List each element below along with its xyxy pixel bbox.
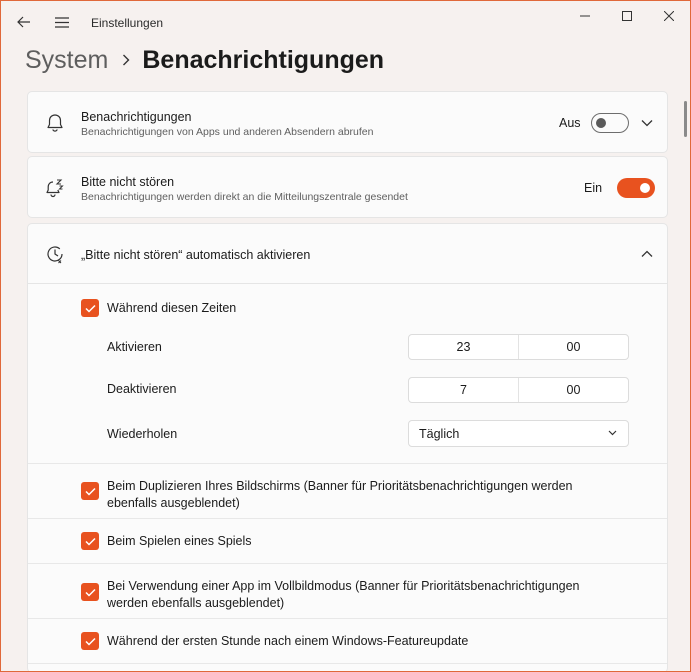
option-screen-duplicate-label: Beim Duplizieren Ihres Bildschirms (Bann…: [107, 479, 573, 510]
repeat-label: Wiederholen: [107, 427, 178, 441]
chevron-right-icon: [122, 54, 130, 66]
chevron-down-icon[interactable]: [639, 115, 655, 131]
divider: [28, 618, 667, 619]
breadcrumb: System Benachrichtigungen: [25, 43, 384, 77]
close-icon: [664, 11, 674, 21]
activate-time-picker[interactable]: 23 00: [408, 334, 629, 360]
activate-hour[interactable]: 23: [409, 335, 518, 359]
close-button[interactable]: [657, 7, 681, 25]
checkmark-icon: [84, 487, 96, 496]
page-title: Benachrichtigungen: [142, 45, 385, 74]
notifications-toggle[interactable]: [591, 113, 629, 133]
during-times-checkbox[interactable]: [81, 299, 99, 317]
divider: [28, 563, 667, 564]
scrollbar-thumb[interactable]: [684, 101, 687, 137]
divider: [28, 518, 667, 519]
deactivate-label: Deaktivieren: [107, 382, 177, 396]
option-fullscreen-checkbox[interactable]: [81, 583, 99, 601]
clock-icon: [44, 243, 66, 265]
dnd-toggle-label: Ein: [584, 181, 603, 195]
option-gaming-checkbox[interactable]: [81, 532, 99, 550]
option-fullscreen-label: Bei Verwendung einer App im Vollbildmodu…: [107, 579, 580, 610]
minimize-icon: [580, 15, 590, 17]
breadcrumb-parent-link[interactable]: System: [25, 46, 108, 75]
option-feature-update-checkbox[interactable]: [81, 632, 99, 650]
notifications-title: Benachrichtigungen: [81, 110, 192, 124]
chevron-up-icon[interactable]: [639, 246, 655, 262]
option-feature-update-label: Während der ersten Stunde nach einem Win…: [107, 634, 469, 648]
menu-button[interactable]: [51, 11, 73, 33]
repeat-dropdown[interactable]: Täglich: [408, 420, 629, 447]
deactivate-hour[interactable]: 7: [409, 378, 518, 402]
notifications-card[interactable]: Benachrichtigungen Benachrichtigungen vo…: [27, 91, 668, 153]
option-screen-duplicate-checkbox[interactable]: [81, 482, 99, 500]
notifications-subtitle: Benachrichtigungen von Apps und anderen …: [81, 126, 374, 138]
deactivate-minute[interactable]: 00: [518, 378, 628, 402]
activate-minute[interactable]: 00: [518, 335, 628, 359]
checkmark-icon: [84, 537, 96, 546]
dnd-toggle[interactable]: [617, 178, 655, 198]
sleep-bell-icon: [44, 177, 66, 199]
dnd-title: Bitte nicht stören: [81, 175, 175, 189]
auto-dnd-section: „Bitte nicht stören“ automatisch aktivie…: [27, 223, 668, 671]
activate-label: Aktivieren: [107, 340, 162, 354]
during-times-label: Während diesen Zeiten: [107, 301, 237, 315]
checkmark-icon: [84, 637, 96, 646]
divider: [28, 463, 667, 464]
auto-dnd-header[interactable]: „Bitte nicht stören“ automatisch aktivie…: [28, 224, 667, 284]
hamburger-icon: [55, 16, 69, 28]
deactivate-time-picker[interactable]: 7 00: [408, 377, 629, 403]
maximize-button[interactable]: [615, 7, 639, 25]
dnd-card: Bitte nicht stören Benachrichtigungen we…: [27, 156, 668, 218]
notifications-toggle-label: Aus: [559, 116, 581, 130]
checkmark-icon: [84, 588, 96, 597]
settings-window: Einstellungen System Benachrichtigungen …: [0, 0, 691, 672]
minimize-button[interactable]: [573, 7, 597, 25]
bell-icon: [44, 112, 66, 134]
option-gaming-label: Beim Spielen eines Spiels: [107, 534, 252, 548]
arrow-left-icon: [17, 16, 30, 28]
maximize-icon: [622, 11, 632, 21]
window-title: Einstellungen: [91, 16, 164, 30]
dnd-subtitle: Benachrichtigungen werden direkt an die …: [81, 191, 408, 203]
back-button[interactable]: [13, 11, 35, 33]
title-bar: Einstellungen: [1, 1, 690, 43]
divider: [28, 663, 667, 664]
checkmark-icon: [84, 304, 96, 313]
auto-dnd-title: „Bitte nicht stören“ automatisch aktivie…: [81, 248, 311, 262]
repeat-dropdown-value: Täglich: [419, 427, 460, 441]
chevron-down-icon: [606, 427, 618, 439]
